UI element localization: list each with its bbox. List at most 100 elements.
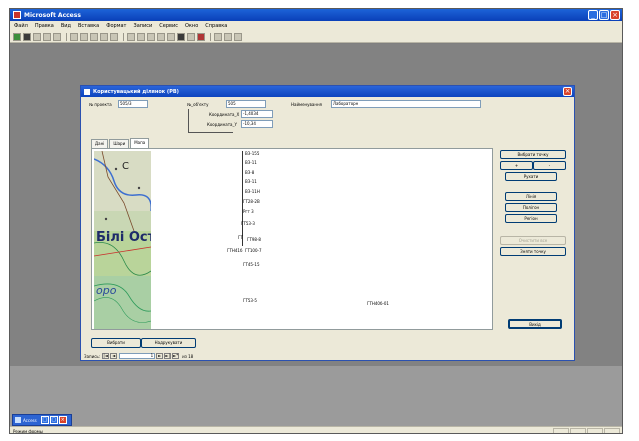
- menu-edit[interactable]: Правка: [35, 23, 54, 29]
- choose-button[interactable]: Вибрати: [91, 338, 141, 348]
- project-number-field[interactable]: 505/3: [118, 100, 148, 108]
- map-point-label[interactable]: ГТ: [238, 235, 243, 240]
- minus-button[interactable]: -: [533, 161, 566, 170]
- format-painter-icon[interactable]: [100, 32, 108, 41]
- object-number-label: №_об'єкту: [187, 102, 209, 107]
- record-navigator: Запись: |◄ ◄ 1 ► ►| ►* из 18: [84, 352, 193, 360]
- map-point-label[interactable]: ВЗ-8: [245, 170, 254, 175]
- x-coordinate-label: Координата_X: [209, 112, 240, 117]
- menu-help[interactable]: Справка: [205, 23, 227, 29]
- close-icon[interactable]: ×: [610, 10, 620, 20]
- filter-form-icon[interactable]: [157, 32, 165, 41]
- move-button[interactable]: Рухати: [505, 172, 557, 181]
- menu-window[interactable]: Окно: [185, 23, 198, 29]
- cut-icon[interactable]: [70, 32, 78, 41]
- toolbar-divider: [123, 32, 124, 41]
- database-window-icon[interactable]: [214, 32, 222, 41]
- map-point-label[interactable]: ГТН40б-01: [367, 301, 389, 306]
- map-label-big: Білі Ост: [96, 230, 151, 245]
- map-point-label[interactable]: Ргт 3: [243, 209, 254, 214]
- new-object-icon[interactable]: [224, 32, 232, 41]
- toolbar: [10, 31, 622, 43]
- project-number-label: № проекта: [89, 102, 112, 107]
- status-panes: [553, 428, 620, 433]
- first-record-button[interactable]: |◄: [102, 353, 110, 359]
- map-label-top: С: [122, 161, 129, 172]
- previous-record-button[interactable]: ◄: [110, 353, 118, 359]
- map-point-label[interactable]: ВЗ-11Н: [245, 189, 260, 194]
- minimize-icon[interactable]: _: [588, 10, 598, 20]
- menu-tools[interactable]: Сервис: [159, 23, 178, 29]
- app-title-bar: Microsoft Access _ □ ×: [10, 9, 622, 21]
- map-point-label[interactable]: ГТ53-3: [241, 221, 255, 226]
- copy-icon[interactable]: [80, 32, 88, 41]
- print-icon[interactable]: [33, 32, 41, 41]
- find-icon[interactable]: [177, 32, 185, 41]
- region-button[interactable]: Регіон: [505, 214, 557, 223]
- clear-all-button[interactable]: Очистити все: [500, 236, 566, 245]
- y-coordinate-label: Координата_Y: [207, 122, 237, 127]
- tab-strip: Дані Шари Мапа: [91, 138, 150, 148]
- map-thumbnail: С Білі Ост оро: [94, 151, 151, 329]
- maximize-icon[interactable]: ▢: [49, 416, 58, 424]
- map-point-label[interactable]: ГТН41б: [227, 248, 242, 253]
- clear-point-button[interactable]: Зняти точку: [500, 247, 566, 256]
- save-icon[interactable]: [23, 32, 31, 41]
- tab-layers[interactable]: Шари: [109, 139, 130, 148]
- last-record-button[interactable]: ►|: [164, 353, 172, 359]
- sort-descending-icon[interactable]: [137, 32, 145, 41]
- mdi-lower-area: [10, 366, 622, 426]
- record-label: Запись:: [84, 353, 101, 359]
- new-record-icon[interactable]: [187, 32, 195, 41]
- new-record-button[interactable]: ►*: [172, 353, 180, 359]
- sort-ascending-icon[interactable]: [127, 32, 135, 41]
- object-number-field[interactable]: 505: [226, 100, 266, 108]
- undo-icon[interactable]: [110, 32, 118, 41]
- menu-format[interactable]: Формат: [106, 23, 126, 29]
- filter-selection-icon[interactable]: [147, 32, 155, 41]
- delete-record-icon[interactable]: [197, 32, 205, 41]
- map-point-label[interactable]: ВЗ-11: [245, 160, 257, 165]
- map-tab-panel: С Білі Ост оро ВЗ-155 ВЗ-11 ВЗ-8 ВЗ-11 ВЗ-11…: [91, 148, 493, 330]
- map-image[interactable]: С Білі Ост оро: [94, 151, 151, 329]
- menu-bar: Файл Правка Вид Вставка Формат Записи Се…: [10, 21, 622, 31]
- paste-icon[interactable]: [90, 32, 98, 41]
- toolbar-divider: [66, 32, 67, 41]
- menu-insert[interactable]: Вставка: [78, 23, 99, 29]
- menu-view[interactable]: Вид: [61, 23, 71, 29]
- close-icon[interactable]: ×: [58, 416, 67, 424]
- print-button[interactable]: Надрукувати: [141, 338, 196, 348]
- map-point-label[interactable]: ГТ100-7: [245, 248, 262, 253]
- menu-file[interactable]: Файл: [14, 23, 28, 29]
- minimized-window-button[interactable]: Access □ ▢ ×: [12, 414, 72, 426]
- form-close-icon[interactable]: ×: [563, 87, 572, 96]
- exit-button[interactable]: Вихід: [508, 319, 562, 329]
- x-coordinate-field[interactable]: -1,4034: [241, 110, 273, 118]
- view-icon[interactable]: [13, 32, 21, 41]
- map-point-label[interactable]: ГТ45-15: [243, 262, 260, 267]
- plus-button[interactable]: +: [500, 161, 533, 170]
- preview-icon[interactable]: [43, 32, 51, 41]
- line-button[interactable]: Лінія: [505, 192, 557, 201]
- minimized-window-label: Access: [23, 417, 37, 423]
- map-point-label[interactable]: ГТ98-8: [247, 237, 261, 242]
- menu-records[interactable]: Записи: [133, 23, 152, 29]
- map-point-label[interactable]: ГТ28-2В: [243, 199, 260, 204]
- spelling-icon[interactable]: [53, 32, 61, 41]
- map-point-label[interactable]: ВЗ-155: [245, 151, 259, 156]
- restore-icon[interactable]: □: [40, 416, 49, 424]
- name-field[interactable]: Лабораторн: [331, 100, 481, 108]
- pick-point-button[interactable]: Вибрати точку: [500, 150, 566, 159]
- help-icon[interactable]: [234, 32, 242, 41]
- y-coordinate-field[interactable]: -10,34: [241, 120, 273, 128]
- maximize-icon[interactable]: □: [599, 10, 609, 20]
- apply-filter-icon[interactable]: [167, 32, 175, 41]
- map-point-label[interactable]: ВЗ-11: [245, 179, 257, 184]
- current-record-field[interactable]: 1: [119, 353, 156, 359]
- next-record-button[interactable]: ►: [156, 353, 164, 359]
- status-pane: [553, 428, 569, 433]
- tab-data[interactable]: Дані: [91, 139, 109, 148]
- map-point-label[interactable]: ГТ53-5: [243, 298, 257, 303]
- tab-map[interactable]: Мапа: [130, 138, 150, 148]
- polygon-button[interactable]: Полігон: [505, 203, 557, 212]
